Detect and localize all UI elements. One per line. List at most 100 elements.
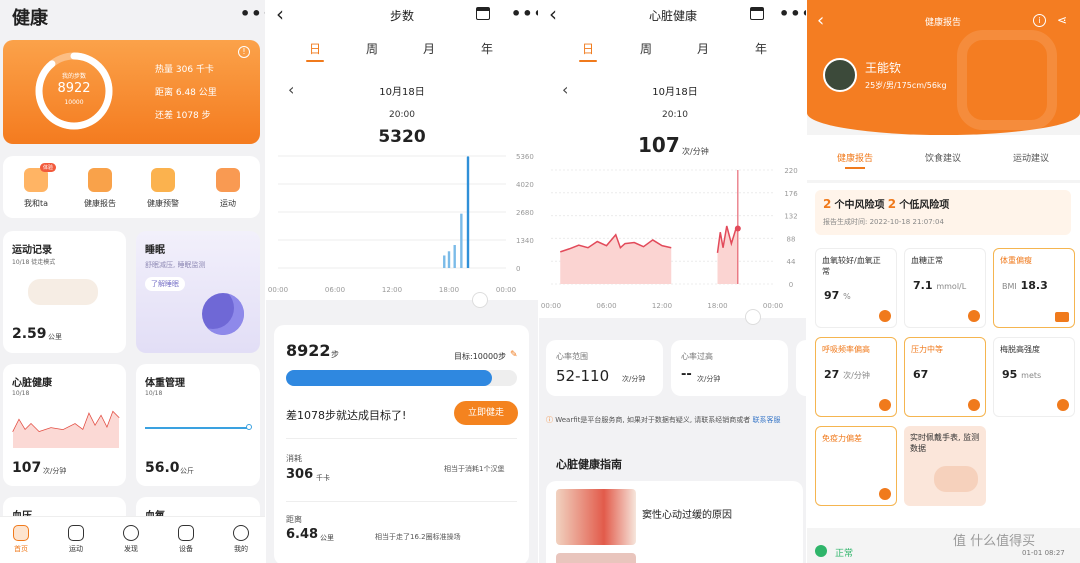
sleep-card[interactable]: 睡眠 舒眠减压, 睡眠监测 了解睡眠 <box>136 231 260 353</box>
more-icon[interactable]: ••• <box>779 4 806 23</box>
exercise-subtitle: 10/18 徒走模式 <box>12 259 56 266</box>
metric-value: 7.1 <box>913 279 933 292</box>
nav-discover[interactable]: 发现 <box>111 525 151 554</box>
x-tick-label: 18:00 <box>707 302 727 310</box>
sleep-title: 睡眠 <box>145 245 165 256</box>
wear-watch-tip[interactable]: 实时佩戴手表, 监测数据 <box>904 426 986 506</box>
metric-value-row: 67 <box>913 368 928 381</box>
weight-card[interactable]: 体重管理 10/18 56.0 公斤 <box>136 364 260 486</box>
weight-line <box>145 427 249 429</box>
chart-slider-handle[interactable] <box>472 292 488 308</box>
heart-value: 107 <box>12 460 42 476</box>
heart-card[interactable]: 心脏健康 10/18 107 次/分钟 <box>3 364 126 486</box>
metric-card-immunity[interactable]: 免疫力偏差 <box>815 426 897 506</box>
tab-day-indicator <box>306 60 324 62</box>
prev-date-icon[interactable]: ‹ <box>562 80 568 99</box>
tab-day[interactable]: 日 <box>573 40 603 57</box>
metric-card-stress[interactable]: 压力中等 67 <box>904 337 986 417</box>
heart-sparkline <box>12 410 120 448</box>
share-icon[interactable]: ⋖ <box>1057 13 1067 27</box>
quick-couple[interactable]: 体验 我和ta <box>11 163 61 209</box>
y-tick-label: 0 <box>789 281 793 289</box>
heart-selected-unit: 次/分钟 <box>682 147 709 156</box>
tab-week[interactable]: 周 <box>631 40 661 57</box>
metric-label: 呼吸频率偏高 <box>822 345 870 354</box>
divider <box>286 501 517 502</box>
info-icon[interactable]: i <box>1033 14 1046 27</box>
y-tick-label: 220 <box>784 167 797 175</box>
metric-card-spo2[interactable]: 血氧较好/血氧正常 97 % <box>815 248 897 328</box>
metric-unit: 次/分钟 <box>843 371 870 380</box>
nav-profile-label: 我的 <box>234 545 248 553</box>
hr-range-card: 心率范围 52-110 次/分钟 <box>546 340 663 396</box>
chart-slider-handle[interactable] <box>745 309 761 325</box>
tab-day-indicator <box>579 60 597 62</box>
tab-month[interactable]: 月 <box>688 40 718 57</box>
ring-label: 我的步数 <box>61 73 86 80</box>
heart-home-icon <box>13 525 29 541</box>
nav-sport[interactable]: 运动 <box>56 525 96 554</box>
sleep-learn-button[interactable]: 了解睡眠 <box>145 277 185 291</box>
more-icon[interactable]: ••• <box>240 4 265 23</box>
metric-unit: mets <box>1021 371 1042 380</box>
quick-report[interactable]: 健康报告 <box>75 168 125 209</box>
metric-card-glucose[interactable]: 血糖正常 7.1 mmol/L <box>904 248 986 328</box>
metric-value-row: BMI 18.3 <box>1002 279 1048 292</box>
nav-profile[interactable]: 我的 <box>221 525 261 554</box>
metric-card-mets[interactable]: 梅脱高强度 95 mets <box>993 337 1075 417</box>
edit-icon[interactable]: ✎ <box>510 350 518 360</box>
tab-week[interactable]: 周 <box>357 40 387 57</box>
calendar-icon[interactable] <box>476 7 490 20</box>
quick-warning[interactable]: 健康预警 <box>138 168 188 209</box>
heart-anatomy-image <box>556 489 636 545</box>
quick-run-label: 运动 <box>220 199 236 208</box>
back-icon[interactable]: ‹ <box>276 2 284 26</box>
y-tick-label: 4020 <box>516 181 534 189</box>
tab-health-report[interactable]: 健康报告 <box>825 151 885 164</box>
more-icon[interactable]: ••• <box>511 4 538 23</box>
hr-range-unit: 次/分钟 <box>622 375 646 383</box>
tab-year[interactable]: 年 <box>472 40 502 57</box>
back-icon[interactable]: ‹ <box>549 2 557 26</box>
metric-card-respiration[interactable]: 呼吸频率偏高 27 次/分钟 <box>815 337 897 417</box>
y-tick-label: 88 <box>787 235 796 243</box>
tab-day[interactable]: 日 <box>300 40 330 57</box>
article-title: 窦性心动过缓的原因 <box>642 510 732 521</box>
tab-exercise[interactable]: 运动建议 <box>1001 151 1061 164</box>
nav-device[interactable]: 设备 <box>166 525 206 554</box>
y-tick-label: 5360 <box>516 153 534 161</box>
heart-unit: 次/分钟 <box>43 467 67 475</box>
heart-selected-value: 107 <box>638 133 680 157</box>
metric-card-bmi[interactable]: 体重偏瘦 BMI 18.3 <box>993 248 1075 328</box>
exercise-card[interactable]: 运动记录 10/18 徒走模式 2.59 公里 <box>3 231 126 353</box>
guide-article-card[interactable]: 窦性心动过缓的原因 <box>546 481 803 563</box>
back-icon[interactable]: ‹ <box>817 10 824 31</box>
tab-diet[interactable]: 饮食建议 <box>913 151 973 164</box>
steps-total-unit: 步 <box>331 350 339 359</box>
distance-label: 距离 <box>286 515 302 524</box>
mid-risk-count: 2 <box>823 197 832 211</box>
contact-service-link[interactable]: 联系客服 <box>753 416 781 424</box>
tab-month[interactable]: 月 <box>414 40 444 57</box>
selected-point <box>734 225 741 232</box>
tab-indicator <box>845 167 865 169</box>
nav-home[interactable]: 首页 <box>1 525 41 554</box>
watch-wrist-illustration <box>934 466 978 492</box>
timestamp: 01-01 08:27 <box>1022 549 1065 557</box>
prev-date-icon[interactable]: ‹ <box>288 80 294 99</box>
steps-summary-card[interactable]: 我的步数 8922 10000 热量 306 千卡 距离 6.48 公里 还差 … <box>3 40 260 144</box>
warning-icon <box>151 168 175 192</box>
step-bar <box>447 251 451 268</box>
calendar-icon[interactable] <box>750 7 764 20</box>
steps-progress-fill <box>286 370 493 386</box>
info-icon[interactable]: ! <box>238 46 250 58</box>
lungs-icon <box>879 399 891 411</box>
risk-summary: 2 个中风险项 2 个低风险项 报告生成时间: 2022-10-18 21:07… <box>815 190 1071 235</box>
user-profile: 25岁/男/175cm/56kg <box>865 81 947 90</box>
distance-unit: 公里 <box>320 534 334 542</box>
quick-run[interactable]: 运动 <box>203 168 253 209</box>
tab-year[interactable]: 年 <box>746 40 776 57</box>
metric-unit: BMI <box>1002 282 1017 291</box>
go-walk-button[interactable]: 立即健走 <box>454 401 518 425</box>
x-tick-label: 12:00 <box>382 286 402 294</box>
